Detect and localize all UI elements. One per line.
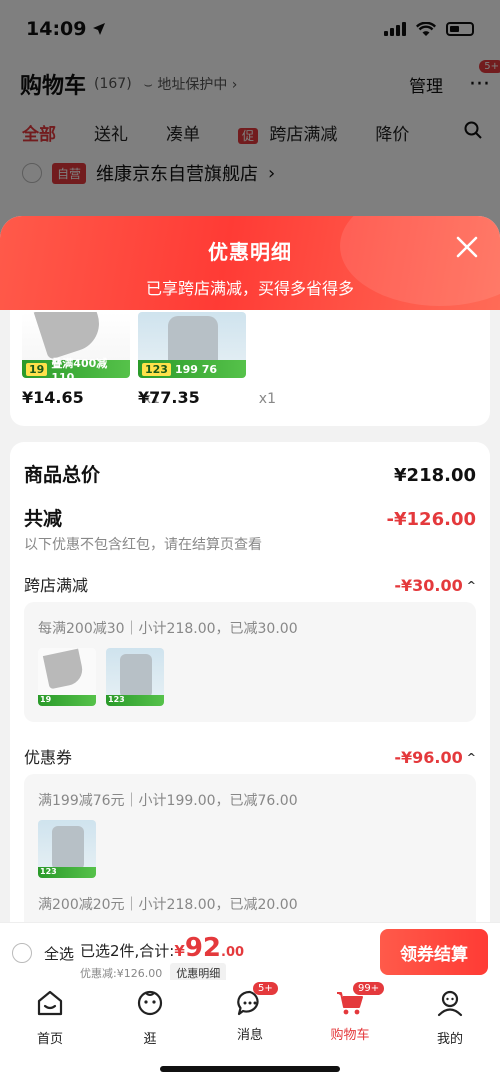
select-all-label[interactable]: 全选: [44, 943, 74, 964]
coupon-row[interactable]: 优惠券 -¥96.00 ^: [24, 744, 476, 768]
sheet-title: 优惠明细: [208, 240, 292, 264]
product-thumb-shirt: 123: [106, 648, 164, 706]
discount-total-row: 共减 -¥126.00: [24, 504, 476, 531]
select-all-radio[interactable]: [12, 943, 32, 963]
sheet-subtitle: 已享跨店满减，买得多省得多: [145, 279, 354, 298]
coupon-rule-1: 满199减76元｜小计199.00，已减76.00: [38, 793, 298, 809]
home-icon: [37, 990, 63, 1016]
selected-count-text: 已选2件,合计:: [80, 942, 175, 960]
explore-face-icon: [137, 990, 163, 1016]
product-thumb-socks: 19: [38, 648, 96, 706]
promo-price-tag: 123 199 76: [138, 360, 246, 378]
product-image-socks: 19 叠满400减110: [22, 312, 130, 378]
messages-badge: 5+: [253, 982, 278, 995]
total-price-row: 商品总价 ¥218.00: [24, 460, 476, 487]
tab-cart-label: 购物车: [330, 1028, 370, 1043]
discount-total-value: -¥126.00: [386, 509, 476, 530]
checkout-total: 已选2件,合计: ¥ 92 .00: [80, 933, 244, 963]
discount-detail-sheet: 19 叠满400减110 ¥14.65 x1 123 199 76 ¥77.35…: [0, 216, 500, 924]
tab-messages-label: 消息: [236, 1028, 263, 1043]
product-price: ¥14.65: [22, 388, 84, 407]
cart-badge: 99+: [353, 982, 385, 995]
close-icon[interactable]: [452, 232, 482, 262]
total-currency: ¥: [174, 942, 185, 960]
cross-store-detail: 每满200减30｜小计218.00，已减30.00 19 123: [24, 602, 476, 722]
tab-home-label: 首页: [36, 1032, 63, 1047]
product-qty: x1: [258, 391, 276, 407]
chevron-up-icon: ^: [466, 751, 476, 764]
product-item[interactable]: 123 199 76 ¥77.35 x1: [138, 312, 276, 407]
checkout-button[interactable]: 领券结算: [380, 929, 488, 975]
product-image-shirt: 123 199 76: [138, 312, 246, 378]
home-indicator: [160, 1066, 340, 1072]
sheet-header: 优惠明细 已享跨店满减，买得多省得多: [0, 216, 500, 310]
discount-hint: 以下优惠不包含红包，请在结算页查看: [24, 537, 262, 553]
savings-text: 优惠减:¥126.00: [80, 967, 163, 980]
tab-profile[interactable]: 我的: [415, 988, 485, 1047]
checkout-bar: 全选 已选2件,合计: ¥ 92 .00 优惠减:¥126.00 优惠明细 领券…: [0, 922, 500, 983]
coupon-detail: 满199减76元｜小计199.00，已减76.00 123 满200减20元｜小…: [24, 774, 476, 924]
tab-messages[interactable]: 5+ 消息: [215, 982, 285, 1043]
tab-explore-label: 逛: [143, 1032, 157, 1047]
product-price: ¥77.35: [138, 388, 200, 407]
promo-tag-number: 123: [142, 362, 171, 376]
product-item[interactable]: 19 叠满400减110 ¥14.65 x1: [22, 312, 160, 407]
selected-products-card: 19 叠满400减110 ¥14.65 x1 123 199 76 ¥77.35…: [10, 296, 490, 426]
total-price-label: 商品总价: [24, 464, 101, 486]
cross-store-row[interactable]: 跨店满减 -¥30.00 ^: [24, 572, 476, 596]
coupon-value: -¥96.00: [394, 748, 463, 767]
tab-cart[interactable]: 99+ 购物车: [315, 982, 385, 1043]
discount-total-label: 共减: [24, 508, 63, 530]
promo-tag-text: 199 76: [174, 362, 218, 376]
coupon-rule-2: 满200减20元｜小计218.00，已减20.00: [38, 897, 298, 913]
tab-explore[interactable]: 逛: [115, 988, 185, 1047]
coupon-label: 优惠券: [24, 748, 73, 767]
total-price-value: ¥218.00: [394, 465, 476, 486]
cross-store-rule: 每满200减30｜小计218.00，已减30.00: [38, 621, 298, 637]
chevron-up-icon: ^: [466, 579, 476, 592]
cross-store-label: 跨店满减: [24, 576, 89, 595]
promo-tag-text: 叠满400减110: [51, 356, 108, 379]
promo-tag-number: 19: [26, 362, 48, 376]
tab-profile-label: 我的: [436, 1032, 463, 1047]
profile-icon: [437, 990, 463, 1017]
tab-home[interactable]: 首页: [15, 988, 85, 1047]
total-integer: 92: [184, 933, 221, 963]
product-thumb-shirt: 123: [38, 820, 96, 878]
promo-price-tag: 19 叠满400减110: [22, 357, 130, 378]
cross-store-value: -¥30.00: [394, 576, 463, 595]
price-breakdown-card: 商品总价 ¥218.00 共减 -¥126.00 以下优惠不包含红包，请在结算页…: [10, 442, 490, 924]
total-decimal: .00: [221, 945, 245, 960]
